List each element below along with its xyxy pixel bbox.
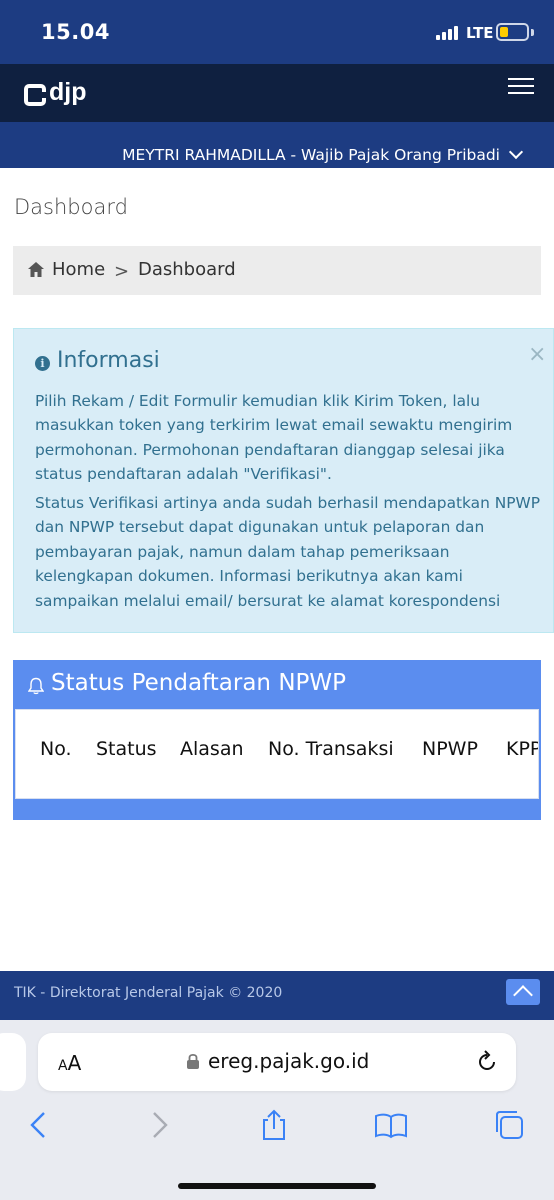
djp-logo-icon[interactable] (24, 84, 47, 106)
column-header-status: Status (96, 738, 157, 760)
footer-copyright: TIK - Direktorat Jenderal Pajak © 2020 (14, 985, 283, 1001)
column-header-npwp: NPWP (422, 738, 478, 760)
signal-strength-icon (436, 26, 460, 40)
column-header-no: No. (40, 738, 72, 760)
battery-icon (496, 23, 529, 41)
home-icon[interactable] (27, 261, 45, 278)
bookmarks-icon[interactable] (374, 1108, 408, 1142)
breadcrumb-home-link[interactable]: Home (52, 259, 105, 280)
info-paragraph-2: Status Verifikasi artinya anda sudah ber… (35, 494, 541, 610)
djp-logo-text[interactable]: djp (49, 78, 87, 107)
status-panel-title: Status Pendaftaran NPWP (51, 670, 347, 696)
close-icon[interactable]: × (528, 342, 546, 367)
bell-icon (28, 677, 44, 695)
tabs-icon[interactable] (492, 1108, 526, 1142)
info-title: Informasi (57, 348, 160, 373)
hamburger-menu-icon[interactable] (508, 78, 534, 98)
column-header-no-transaksi: No. Transaksi (268, 738, 394, 760)
previous-tab-preview[interactable] (0, 1033, 26, 1091)
column-header-alasan: Alasan (180, 738, 244, 760)
breadcrumb-current: Dashboard (138, 259, 236, 280)
lock-icon (187, 1053, 199, 1069)
home-indicator (178, 1183, 376, 1189)
scroll-to-top-button[interactable] (506, 979, 540, 1005)
forward-icon[interactable] (142, 1108, 176, 1142)
back-icon[interactable] (22, 1108, 56, 1142)
url-text[interactable]: ereg.pajak.go.id (208, 1049, 369, 1073)
reload-icon[interactable] (476, 1049, 498, 1073)
network-type-label: LTE (466, 24, 494, 42)
status-time: 15.04 (41, 20, 110, 44)
share-icon[interactable] (257, 1108, 291, 1142)
column-header-kpp: KPP (506, 738, 538, 760)
text-size-button[interactable]: AA (58, 1051, 81, 1075)
info-paragraph-1: Pilih Rekam / Edit Formulir kemudian kli… (35, 392, 513, 484)
info-circle-icon: i (35, 356, 50, 371)
user-profile-dropdown[interactable]: MEYTRI RAHMADILLA - Wajib Pajak Orang Pr… (122, 146, 500, 164)
page-title: Dashboard (14, 195, 128, 219)
breadcrumb-separator: > (114, 261, 130, 282)
